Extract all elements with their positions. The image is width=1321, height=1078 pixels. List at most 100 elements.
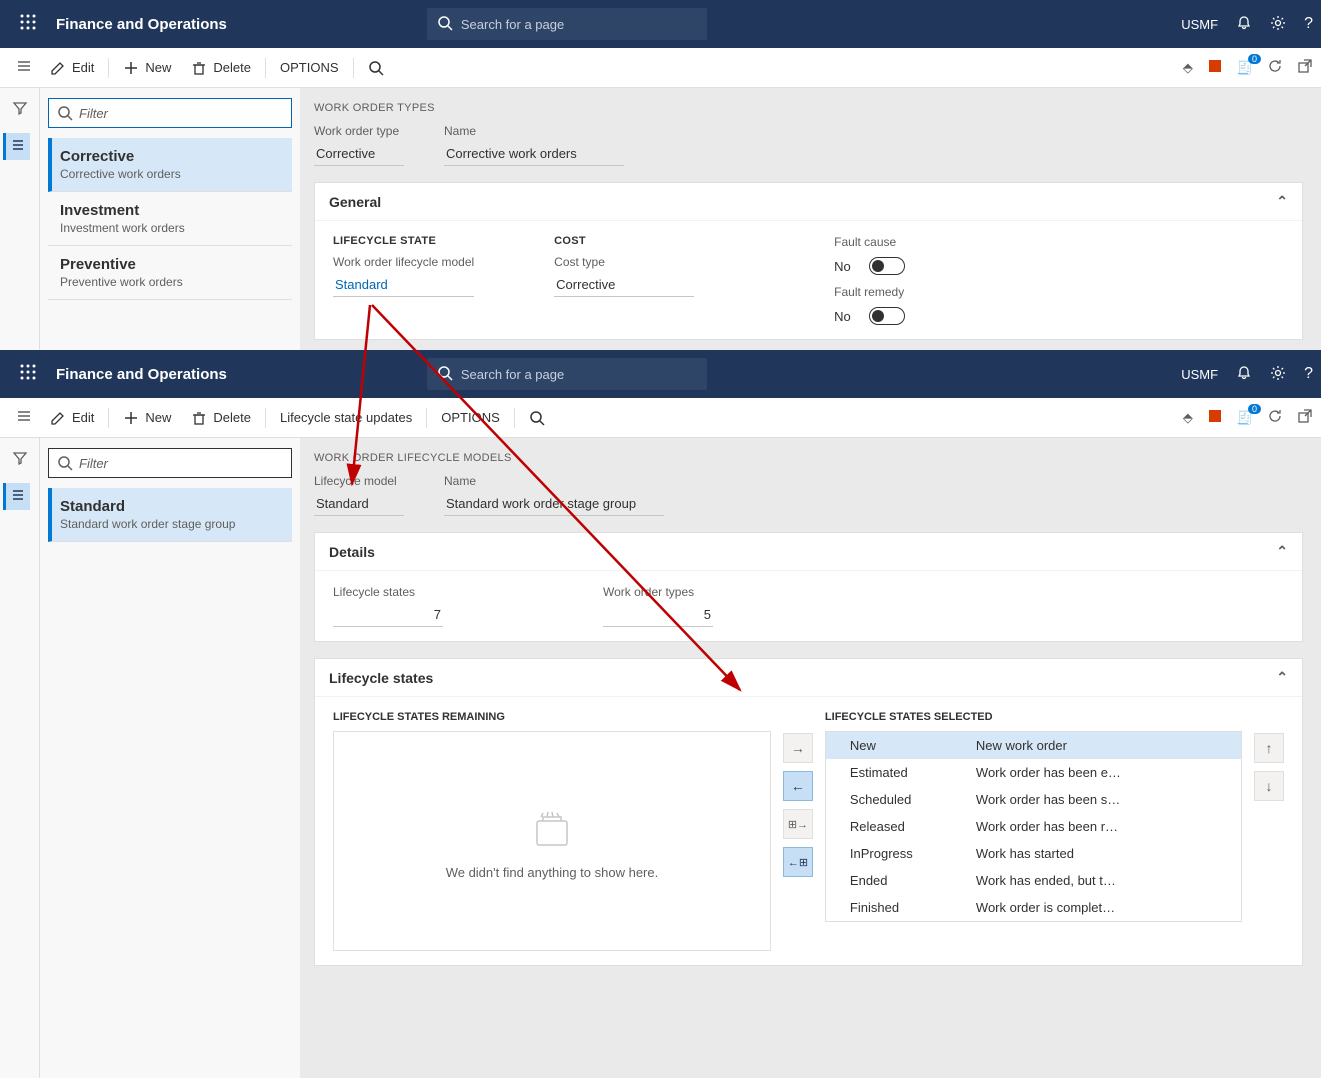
edit-label: Edit: [72, 60, 94, 75]
cost-type-value[interactable]: Corrective: [554, 273, 694, 297]
help-icon[interactable]: ?: [1304, 15, 1313, 33]
lifecycle-model-value[interactable]: Standard: [333, 273, 474, 297]
fault-remedy-toggle[interactable]: [869, 307, 905, 325]
state-name: Estimated: [836, 765, 976, 780]
bell-icon[interactable]: [1236, 15, 1252, 34]
name-value[interactable]: Corrective work orders: [444, 142, 624, 166]
work-order-type-value[interactable]: Corrective: [314, 142, 404, 166]
new-label: New: [145, 410, 171, 425]
table-row[interactable]: ReleasedWork order has been r…: [826, 813, 1241, 840]
table-row[interactable]: FinishedWork order is complet…: [826, 894, 1241, 921]
waffle-icon[interactable]: [8, 364, 48, 385]
refresh-icon[interactable]: [1267, 58, 1283, 77]
messages-icon[interactable]: 🧾: [1237, 60, 1253, 76]
details-header[interactable]: Details⌃: [315, 533, 1302, 571]
state-desc: Work order has been e…: [976, 765, 1231, 780]
lifecycle-updates-button[interactable]: Lifecycle state updates: [270, 402, 422, 434]
messages-icon[interactable]: 🧾: [1237, 410, 1253, 426]
table-row[interactable]: EstimatedWork order has been e…: [826, 759, 1241, 786]
page-search-button[interactable]: [519, 402, 555, 434]
lifecycle-section-label: LIFECYCLE STATE: [333, 235, 474, 247]
office-icon[interactable]: [1207, 408, 1223, 427]
bell-icon[interactable]: [1236, 365, 1252, 384]
state-name: Finished: [836, 900, 976, 915]
state-desc: Work order has been s…: [976, 792, 1231, 807]
new-button[interactable]: New: [113, 402, 181, 434]
options-button[interactable]: OPTIONS: [270, 52, 349, 84]
list-item[interactable]: PreventivePreventive work orders: [48, 246, 292, 300]
app-brand: Finance and Operations: [56, 16, 227, 33]
options-button[interactable]: OPTIONS: [431, 402, 510, 434]
chevron-up-icon: ⌃: [1276, 669, 1288, 686]
table-row[interactable]: EndedWork has ended, but t…: [826, 867, 1241, 894]
list-icon[interactable]: [3, 133, 30, 160]
move-all-left-button[interactable]: ←⊞: [783, 847, 813, 877]
empty-text: We didn't find anything to show here.: [446, 865, 659, 880]
move-right-button[interactable]: →: [783, 733, 813, 763]
new-button[interactable]: New: [113, 52, 181, 84]
fault-cause-toggle[interactable]: [869, 257, 905, 275]
global-search-input[interactable]: [461, 17, 697, 32]
legal-entity[interactable]: USMF: [1181, 367, 1218, 382]
hamburger-icon[interactable]: [8, 58, 40, 77]
edit-button[interactable]: Edit: [40, 402, 104, 434]
options-label: OPTIONS: [280, 60, 339, 75]
attach-icon[interactable]: ⬘: [1183, 410, 1193, 426]
move-up-button[interactable]: ↑: [1254, 733, 1284, 763]
move-left-button[interactable]: ←: [783, 771, 813, 801]
filter-input[interactable]: [79, 456, 283, 471]
page-search-button[interactable]: [358, 52, 394, 84]
funnel-icon[interactable]: [12, 100, 28, 119]
table-row[interactable]: InProgressWork has started: [826, 840, 1241, 867]
state-name: Released: [836, 819, 976, 834]
work-order-types-count-label: Work order types: [603, 585, 713, 599]
search-icon: [437, 15, 453, 34]
state-desc: Work order has been r…: [976, 819, 1231, 834]
legal-entity[interactable]: USMF: [1181, 17, 1218, 32]
move-down-button[interactable]: ↓: [1254, 771, 1284, 801]
popout-icon[interactable]: [1297, 58, 1313, 77]
table-row[interactable]: NewNew work order: [826, 732, 1241, 759]
state-desc: Work order is complet…: [976, 900, 1231, 915]
remaining-empty-panel: We didn't find anything to show here.: [333, 731, 771, 951]
funnel-icon[interactable]: [12, 450, 28, 469]
new-label: New: [145, 60, 171, 75]
delete-button[interactable]: Delete: [181, 402, 261, 434]
gear-icon[interactable]: [1270, 365, 1286, 384]
help-icon[interactable]: ?: [1304, 365, 1313, 383]
hamburger-icon[interactable]: [8, 408, 40, 427]
general-header[interactable]: General⌃: [315, 183, 1302, 221]
options-label: OPTIONS: [441, 410, 500, 425]
model-label: Lifecycle model: [314, 474, 404, 488]
edit-label: Edit: [72, 410, 94, 425]
refresh-icon[interactable]: [1267, 408, 1283, 427]
move-all-right-button[interactable]: ⊞→: [783, 809, 813, 839]
waffle-icon[interactable]: [8, 14, 48, 35]
work-order-types-count-value: 5: [603, 603, 713, 627]
name-value[interactable]: Standard work order stage group: [444, 492, 664, 516]
gear-icon[interactable]: [1270, 15, 1286, 34]
fault-remedy-label: Fault remedy: [834, 285, 905, 299]
lifecycle-states-header[interactable]: Lifecycle states ⌃: [315, 659, 1302, 697]
name-label: Name: [444, 474, 664, 488]
table-row[interactable]: ScheduledWork order has been s…: [826, 786, 1241, 813]
cost-type-label: Cost type: [554, 255, 694, 269]
remaining-title: LIFECYCLE STATES REMAINING: [333, 711, 771, 723]
lifecycle-states-title: Lifecycle states: [329, 670, 433, 686]
list-item[interactable]: StandardStandard work order stage group: [48, 488, 292, 542]
edit-button[interactable]: Edit: [40, 52, 104, 84]
list-item[interactable]: InvestmentInvestment work orders: [48, 192, 292, 246]
state-name: Ended: [836, 873, 976, 888]
global-search-input[interactable]: [461, 367, 697, 382]
popout-icon[interactable]: [1297, 408, 1313, 427]
attach-icon[interactable]: ⬘: [1183, 60, 1193, 76]
filter-input[interactable]: [79, 106, 283, 121]
list-item-subtitle: Investment work orders: [60, 221, 280, 235]
list-item[interactable]: CorrectiveCorrective work orders: [48, 138, 292, 192]
model-value[interactable]: Standard: [314, 492, 404, 516]
app-brand: Finance and Operations: [56, 366, 227, 383]
office-icon[interactable]: [1207, 58, 1223, 77]
selected-title: LIFECYCLE STATES SELECTED: [825, 711, 1242, 723]
delete-button[interactable]: Delete: [181, 52, 261, 84]
list-icon[interactable]: [3, 483, 30, 510]
